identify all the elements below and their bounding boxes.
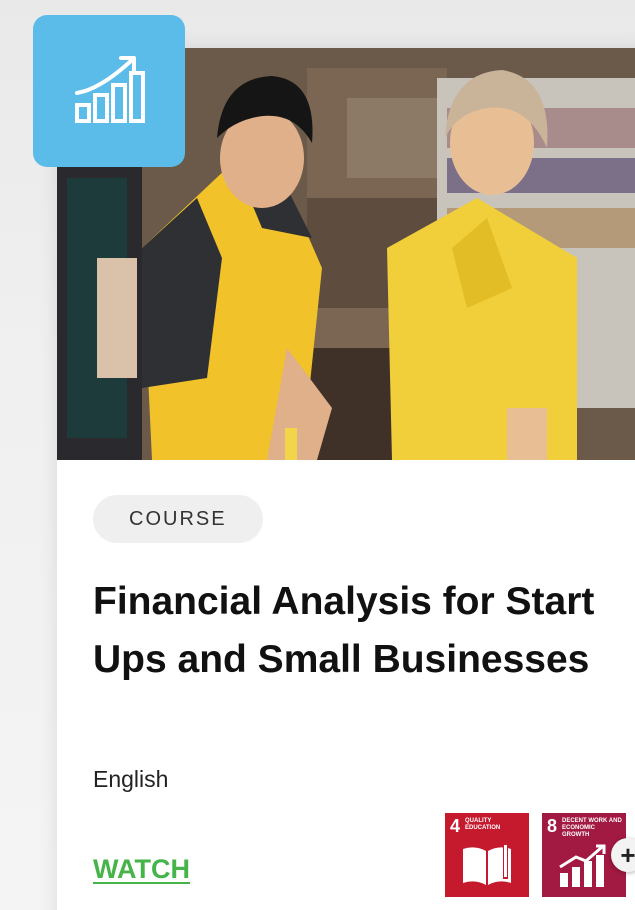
- sdg-label: QUALITY EDUCATION: [465, 818, 501, 831]
- growth-chart-icon: [75, 56, 145, 123]
- sdg-number: 8: [547, 816, 558, 836]
- course-language: English: [93, 766, 169, 792]
- watch-link[interactable]: WATCH: [93, 854, 190, 885]
- sdg-badge-quality-education[interactable]: 4 QUALITY EDUCATION: [445, 813, 529, 897]
- category-icon-tile: [33, 15, 185, 167]
- growth-chart-icon: [559, 844, 606, 887]
- book-icon: [463, 845, 511, 885]
- category-badge: COURSE: [93, 495, 263, 543]
- sdg-number: 4: [450, 816, 461, 836]
- course-title[interactable]: Financial Analysis for Start Ups and Sma…: [93, 573, 613, 689]
- sdg-label: DECENT WORK AND ECONOMIC GROWTH: [562, 818, 622, 838]
- course-card[interactable]: COURSE Financial Analysis for Start Ups …: [57, 48, 635, 910]
